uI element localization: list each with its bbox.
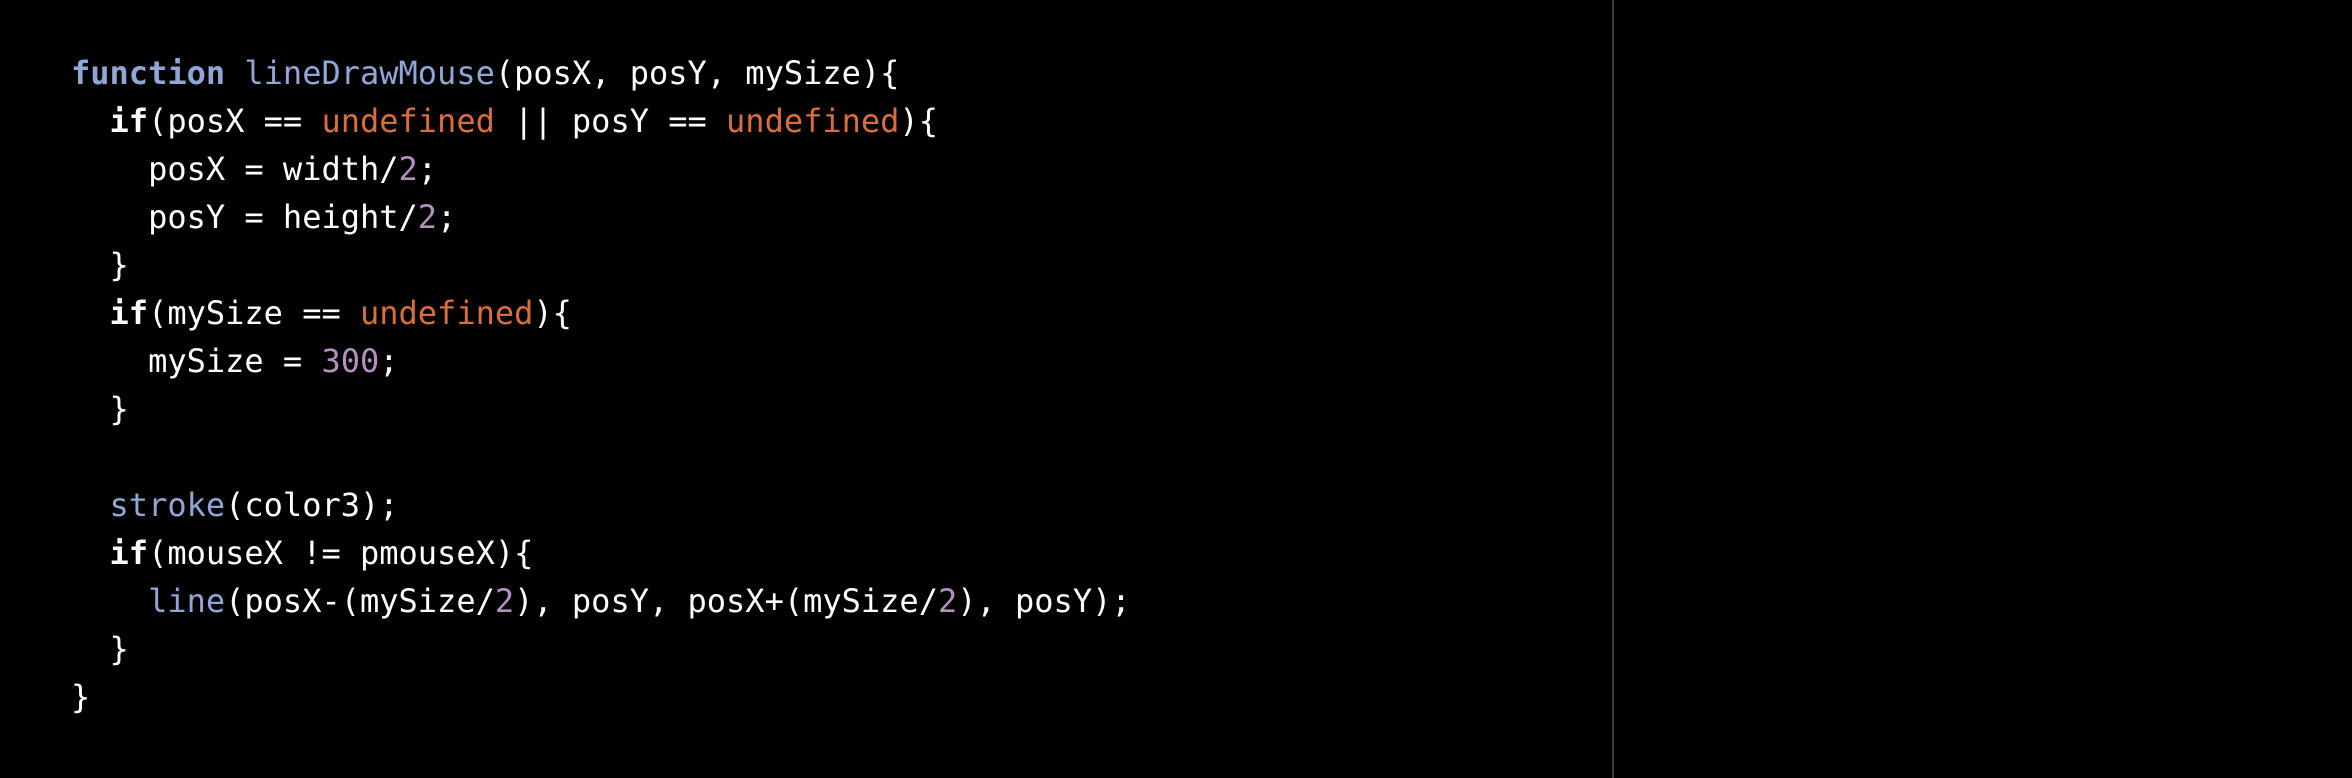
code-token: (posX == <box>148 102 322 140</box>
code-token: lineDrawMouse <box>244 54 495 92</box>
code-token: if <box>109 294 149 332</box>
code-line[interactable]: if(posX == undefined || posY == undefine… <box>71 97 1131 145</box>
code-line[interactable]: line(posX-(mySize/2), posY, posX+(mySize… <box>71 577 1131 625</box>
code-token: 300 <box>321 342 380 380</box>
code-token: (color3); <box>225 486 399 524</box>
code-line[interactable]: } <box>71 241 1131 289</box>
code-token: 2 <box>417 198 438 236</box>
code-token: if <box>109 534 149 572</box>
code-line[interactable]: posX = width/2; <box>71 145 1131 193</box>
code-token: ; <box>417 150 438 188</box>
code-token: function <box>71 54 226 92</box>
code-token: undefined <box>359 294 534 332</box>
code-token: mySize = <box>71 342 322 380</box>
code-line[interactable]: posY = height/2; <box>71 193 1131 241</box>
code-line[interactable]: mySize = 300; <box>71 337 1131 385</box>
code-token: ), posY, posX+(mySize/ <box>514 582 938 620</box>
code-token: 2 <box>398 150 418 188</box>
code-token: } <box>71 678 91 716</box>
preview-pane <box>1614 0 2352 778</box>
code-line[interactable] <box>71 433 1131 481</box>
code-editor-pane[interactable]: function lineDrawMouse(posX, posY, mySiz… <box>0 0 1612 778</box>
code-token: (mySize == <box>148 294 360 332</box>
code-token: ; <box>379 342 399 380</box>
code-token: ){ <box>533 294 572 332</box>
code-token: (posX, posY, mySize){ <box>494 54 900 92</box>
code-token: } <box>71 246 129 284</box>
code-line[interactable]: } <box>71 625 1131 673</box>
code-token: } <box>71 630 129 668</box>
code-token: posX = width/ <box>71 150 399 188</box>
code-token: || posY == <box>494 102 727 140</box>
code-token: ; <box>437 198 457 236</box>
code-token: stroke <box>109 486 226 524</box>
code-token: ){ <box>899 102 938 140</box>
code-token: } <box>71 390 129 428</box>
code-token: if <box>109 102 149 140</box>
code-token: 2 <box>494 582 515 620</box>
code-line[interactable]: stroke(color3); <box>71 481 1131 529</box>
code-token: undefined <box>321 102 495 140</box>
code-token: undefined <box>726 102 900 140</box>
code-line[interactable]: } <box>71 673 1131 721</box>
code-token: line <box>148 582 226 620</box>
code-block[interactable]: function lineDrawMouse(posX, posY, mySiz… <box>71 49 1131 721</box>
code-line[interactable]: function lineDrawMouse(posX, posY, mySiz… <box>71 49 1131 97</box>
code-token: 2 <box>937 582 958 620</box>
code-token: (mouseX != pmouseX){ <box>148 534 534 572</box>
code-token: (posX-(mySize/ <box>225 582 495 620</box>
code-line[interactable]: } <box>71 385 1131 433</box>
code-line[interactable]: if(mySize == undefined){ <box>71 289 1131 337</box>
code-token: ), posY); <box>957 582 1131 620</box>
code-token: posY = height/ <box>71 198 418 236</box>
code-line[interactable]: if(mouseX != pmouseX){ <box>71 529 1131 577</box>
